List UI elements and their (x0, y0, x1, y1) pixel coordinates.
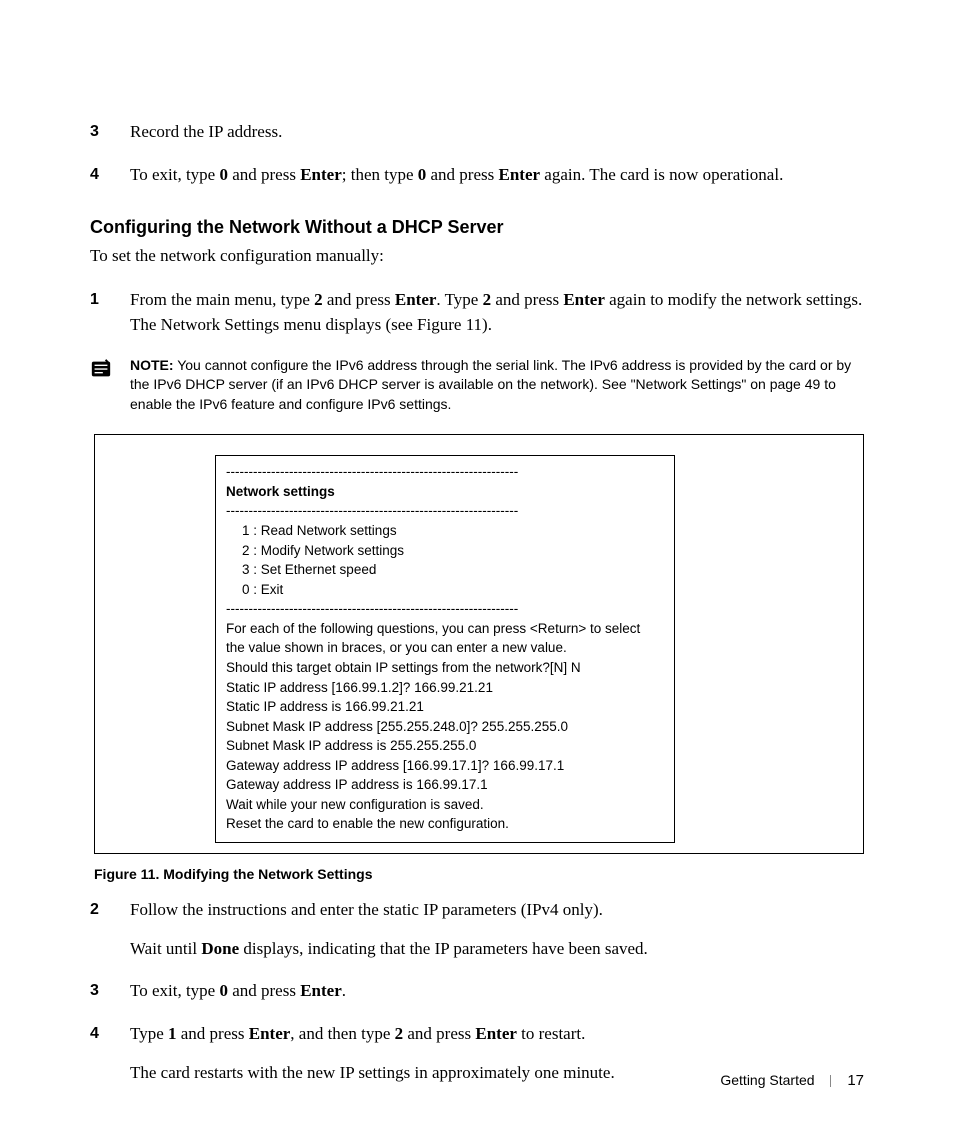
figure-line: the value shown in braces, or you can en… (226, 638, 664, 658)
step-number: 1 (90, 288, 130, 337)
dashes: ----------------------------------------… (226, 462, 664, 482)
step-number: 3 (90, 979, 130, 1004)
paragraph: Type 1 and press Enter, and then type 2 … (130, 1022, 864, 1047)
paragraph: Wait until Done displays, indicating tha… (130, 937, 864, 962)
figure-11: ----------------------------------------… (94, 434, 864, 882)
paragraph: To exit, type 0 and press Enter. (130, 979, 864, 1004)
footer-section: Getting Started (720, 1072, 814, 1088)
figure-line: Wait while your new configuration is sav… (226, 795, 664, 815)
figure-line: Static IP address is 166.99.21.21 (226, 697, 664, 717)
section-heading: Configuring the Network Without a DHCP S… (90, 217, 864, 238)
figure-line: Static IP address [166.99.1.2]? 166.99.2… (226, 678, 664, 698)
figure-caption: Figure 11. Modifying the Network Setting… (94, 866, 864, 882)
figure-line: Reset the card to enable the new configu… (226, 814, 664, 834)
step-body: To exit, type 0 and press Enter. (130, 979, 864, 1004)
figure-lines: For each of the following questions, you… (226, 619, 664, 834)
step-body: To exit, type 0 and press Enter; then ty… (130, 163, 864, 188)
step-number: 4 (90, 163, 130, 188)
menu-item: 3 : Set Ethernet speed (226, 560, 664, 580)
figure-line: For each of the following questions, you… (226, 619, 664, 639)
step: 3To exit, type 0 and press Enter. (90, 979, 864, 1004)
menu-title: Network settings (226, 482, 664, 502)
note-text: NOTE: You cannot configure the IPv6 addr… (130, 356, 864, 415)
step-number: 4 (90, 1022, 130, 1085)
menu-item: 2 : Modify Network settings (226, 541, 664, 561)
figure-line: Gateway address IP address is 166.99.17.… (226, 775, 664, 795)
paragraph: Follow the instructions and enter the st… (130, 898, 864, 923)
step-number: 3 (90, 120, 130, 145)
step: 4To exit, type 0 and press Enter; then t… (90, 163, 864, 188)
menu-items: 1 : Read Network settings2 : Modify Netw… (226, 521, 664, 599)
note: NOTE: You cannot configure the IPv6 addr… (90, 356, 864, 415)
note-label: NOTE: (130, 357, 174, 373)
figure-line: Should this target obtain IP settings fr… (226, 658, 664, 678)
page-number: 17 (847, 1072, 864, 1089)
top-steps: 3Record the IP address.4To exit, type 0 … (90, 120, 864, 187)
note-icon (90, 356, 130, 415)
dashes: ----------------------------------------… (226, 501, 664, 521)
intro-text: To set the network configuration manuall… (90, 246, 864, 266)
step-body: Record the IP address. (130, 120, 864, 145)
page: 3Record the IP address.4To exit, type 0 … (0, 0, 954, 1145)
figure-line: Subnet Mask IP address [255.255.248.0]? … (226, 717, 664, 737)
menu-item: 1 : Read Network settings (226, 521, 664, 541)
figure-line: Gateway address IP address [166.99.17.1]… (226, 756, 664, 776)
figure-outer-box: ----------------------------------------… (94, 434, 864, 854)
step-1: 1 From the main menu, type 2 and press E… (90, 288, 864, 337)
footer: Getting Started 17 (720, 1072, 864, 1089)
step-body: From the main menu, type 2 and press Ent… (130, 288, 864, 337)
step-number: 2 (90, 898, 130, 961)
dashes: ----------------------------------------… (226, 599, 664, 619)
step: 2Follow the instructions and enter the s… (90, 898, 864, 961)
step-body: Follow the instructions and enter the st… (130, 898, 864, 961)
figure-line: Subnet Mask IP address is 255.255.255.0 (226, 736, 664, 756)
step: 3Record the IP address. (90, 120, 864, 145)
bottom-steps: 2Follow the instructions and enter the s… (90, 898, 864, 1085)
figure-inner-box: ----------------------------------------… (215, 455, 675, 843)
footer-separator (830, 1075, 831, 1087)
note-body: You cannot configure the IPv6 address th… (130, 357, 851, 412)
menu-item: 0 : Exit (226, 580, 664, 600)
